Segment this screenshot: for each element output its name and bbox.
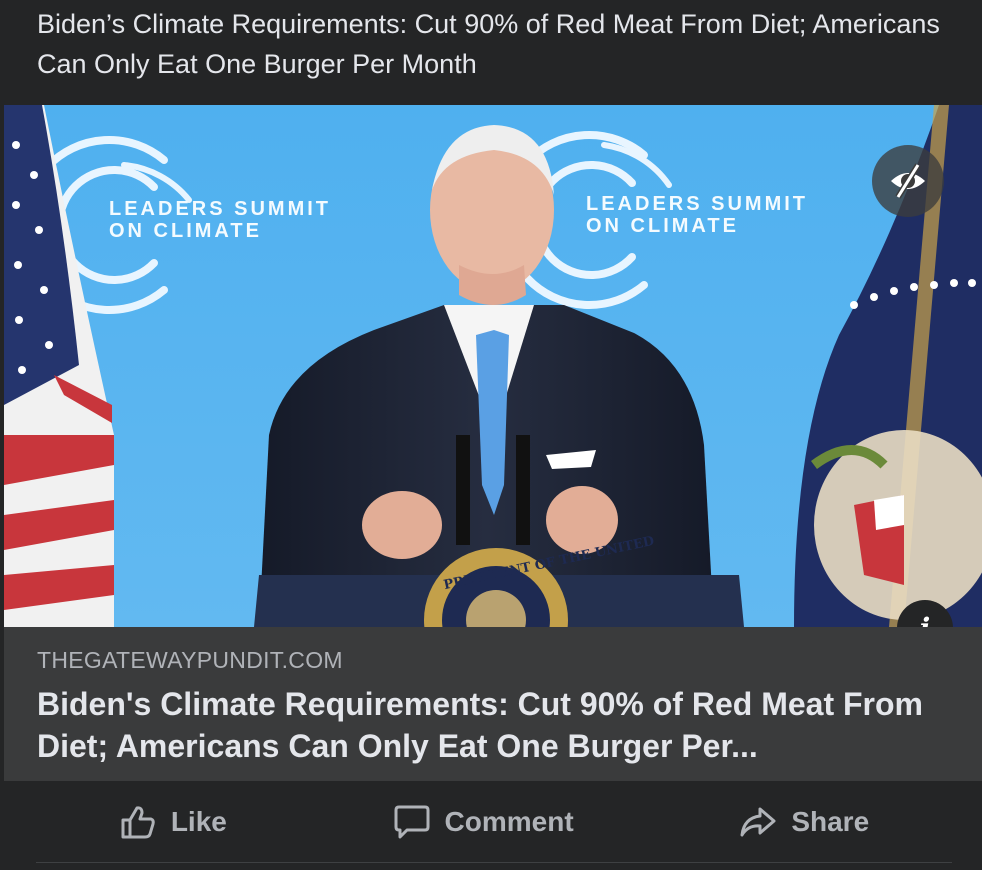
comment-icon — [394, 805, 430, 839]
info-icon: i — [920, 612, 931, 628]
thumbs-up-icon — [121, 806, 155, 839]
like-label: Like — [170, 806, 227, 837]
share-button[interactable]: Share — [739, 803, 869, 841]
post-text: Biden’s Climate Requirements: Cut 90% of… — [37, 9, 940, 79]
eye-slash-icon — [891, 163, 925, 199]
backdrop-text: ON CLIMATE — [586, 215, 739, 237]
link-domain: THEGATEWAYPUNDIT.COM — [37, 647, 343, 673]
hide-image-button[interactable] — [872, 145, 944, 217]
summit-photo: LEADERS SUMMIT ON CLIMATE LEADERS SUMMIT… — [4, 105, 982, 627]
post-action-bar: Like Comment Share — [36, 782, 952, 863]
link-headline[interactable]: Biden's Climate Requirements: Cut 90% of… — [37, 683, 937, 767]
comment-label: Comment — [444, 806, 574, 837]
comment-button[interactable]: Comment — [393, 803, 574, 841]
link-preview-card[interactable]: LEADERS SUMMIT ON CLIMATE LEADERS SUMMIT… — [4, 105, 982, 781]
backdrop-text: LEADERS SUMMIT — [109, 198, 331, 220]
like-button[interactable]: Like — [119, 803, 227, 841]
link-preview-image[interactable]: LEADERS SUMMIT ON CLIMATE LEADERS SUMMIT… — [4, 105, 982, 627]
share-arrow-icon — [740, 807, 776, 837]
share-label: Share — [791, 806, 870, 837]
backdrop-text: LEADERS SUMMIT — [586, 193, 808, 215]
backdrop-text: ON CLIMATE — [109, 220, 262, 242]
